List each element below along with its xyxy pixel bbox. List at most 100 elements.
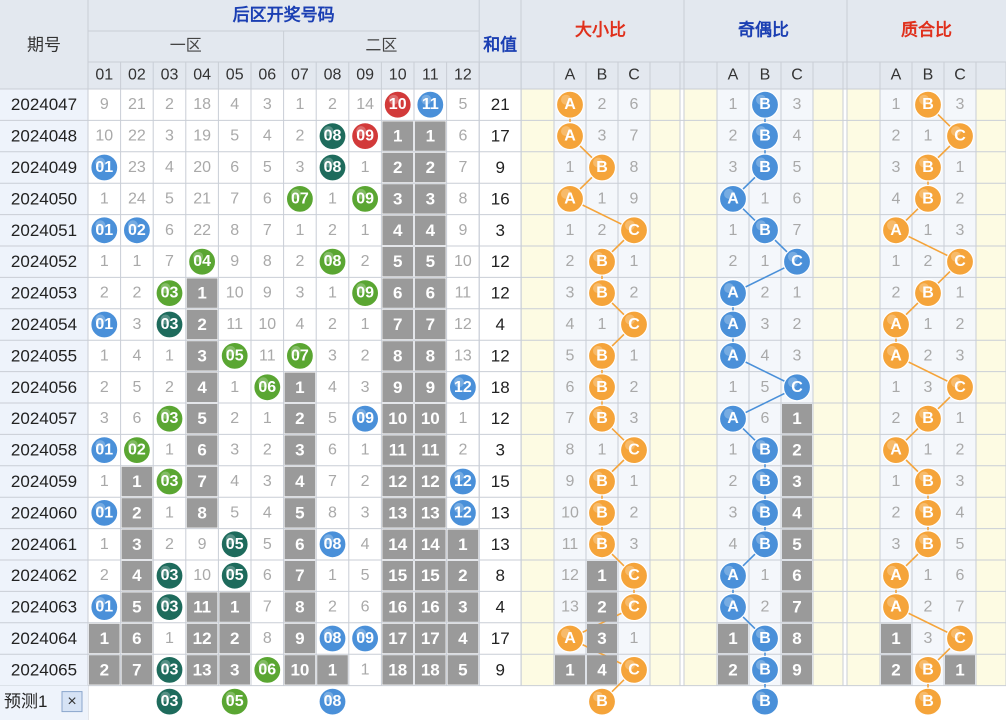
miss-value: 10 (258, 316, 276, 333)
miss-value: 4 (295, 316, 304, 333)
miss-value: 2 (956, 316, 965, 333)
ball-label: A (727, 410, 739, 427)
ball-label: A (890, 316, 902, 333)
streak-value: 2 (197, 315, 206, 334)
size-ratio-ball: B (587, 279, 617, 308)
miss-value: 8 (263, 630, 272, 647)
miss-value: 10 (95, 128, 113, 145)
ball-label: 09 (356, 630, 374, 647)
ball-label: A (890, 599, 902, 616)
ball-label: C (628, 599, 640, 616)
ball-label: C (628, 316, 640, 333)
ball-label: 03 (161, 285, 179, 302)
ball-label: B (596, 347, 608, 364)
sum-cell: 9 (495, 660, 504, 679)
streak-value: 4 (132, 566, 142, 585)
miss-value: 2 (630, 285, 639, 302)
streak-value: 7 (295, 566, 304, 585)
miss-value: 2 (892, 504, 901, 521)
miss-value: 2 (458, 442, 467, 459)
streak-value: 8 (295, 598, 304, 617)
ball-label: B (922, 190, 934, 207)
miss-value: 2 (761, 285, 770, 302)
miss-value: 1 (729, 379, 738, 396)
miss-value: 4 (566, 316, 575, 333)
header-period: 期号 (27, 36, 61, 55)
predict-close-button[interactable]: × (61, 691, 83, 713)
miss-value: 11 (455, 285, 472, 302)
parity-prediction-ball: B (750, 687, 780, 716)
miss-value: 2 (328, 316, 337, 333)
miss-value: 1 (924, 316, 933, 333)
miss-value: 2 (924, 253, 933, 270)
size-ratio-ball: B (587, 373, 617, 402)
ball-label: B (596, 253, 608, 270)
ball-label: C (628, 661, 640, 678)
ball-label: B (922, 410, 934, 427)
streak-value: 9 (792, 660, 801, 679)
ball-label: 03 (161, 599, 179, 616)
miss-value: 1 (100, 536, 109, 553)
number-ball: 07 (285, 341, 314, 370)
streak-value: 3 (458, 598, 467, 617)
sum-cell: 12 (491, 409, 510, 428)
prime-ratio-ball: B (913, 655, 943, 685)
ball-label: 06 (258, 379, 276, 396)
streak-value: 1 (458, 535, 467, 554)
streak-value: 14 (421, 535, 440, 554)
miss-value: 6 (793, 190, 802, 207)
ball-label: 01 (95, 316, 113, 333)
streak-value: 1 (328, 660, 337, 679)
streak-value: 12 (421, 472, 440, 491)
ball-label: 07 (291, 190, 309, 207)
miss-value: 5 (230, 504, 239, 521)
header-number-col: 11 (422, 67, 439, 84)
period-cell: 2024053 (11, 284, 77, 303)
streak-value: 9 (426, 378, 435, 397)
header-abc-col: A (891, 67, 902, 84)
number-ball: 01 (90, 592, 119, 622)
number-ball: 12 (448, 467, 477, 496)
miss-value: 1 (630, 347, 639, 364)
sum-cell: 12 (491, 284, 510, 303)
miss-value: 1 (100, 253, 109, 270)
prime-ratio-ball: C (945, 247, 975, 276)
header-number-col: 10 (389, 67, 407, 84)
close-icon: × (67, 693, 76, 710)
period-cell: 2024060 (11, 503, 77, 522)
miss-value: 5 (230, 128, 239, 145)
miss-value: 3 (924, 379, 933, 396)
sum-cell: 4 (495, 598, 504, 617)
miss-value: 8 (566, 442, 575, 459)
ball-label: B (596, 693, 608, 710)
header-abc-col: B (597, 67, 608, 84)
number-ball: 09 (351, 184, 380, 213)
miss-value: 7 (793, 222, 802, 239)
streak-value: 8 (197, 503, 206, 522)
miss-value: 3 (361, 379, 370, 396)
ball-label: B (596, 504, 608, 521)
ball-label: A (564, 190, 576, 207)
miss-value: 2 (230, 410, 239, 427)
ball-label: B (759, 693, 771, 710)
ball-label: 12 (454, 379, 472, 396)
miss-value: 3 (328, 347, 337, 364)
parity-ratio-ball: B (750, 90, 780, 119)
miss-value: 1 (328, 190, 337, 207)
miss-value: 1 (165, 347, 174, 364)
prime-ratio-ball: A (881, 561, 911, 590)
streak-value: 9 (393, 378, 402, 397)
miss-value: 2 (165, 536, 174, 553)
streak-value: 11 (389, 441, 407, 460)
period-cell: 2024047 (11, 95, 77, 114)
miss-value: 11 (226, 316, 243, 333)
miss-value: 2 (729, 253, 738, 270)
period-cell: 2024062 (11, 566, 77, 585)
miss-value: 3 (295, 159, 304, 176)
size-ratio-ball: B (587, 467, 617, 496)
miss-value: 7 (165, 253, 174, 270)
number-ball: 08 (318, 153, 347, 182)
streak-value: 10 (290, 660, 309, 679)
size-ratio-ball: B (587, 341, 617, 370)
ball-label: 05 (226, 567, 244, 584)
